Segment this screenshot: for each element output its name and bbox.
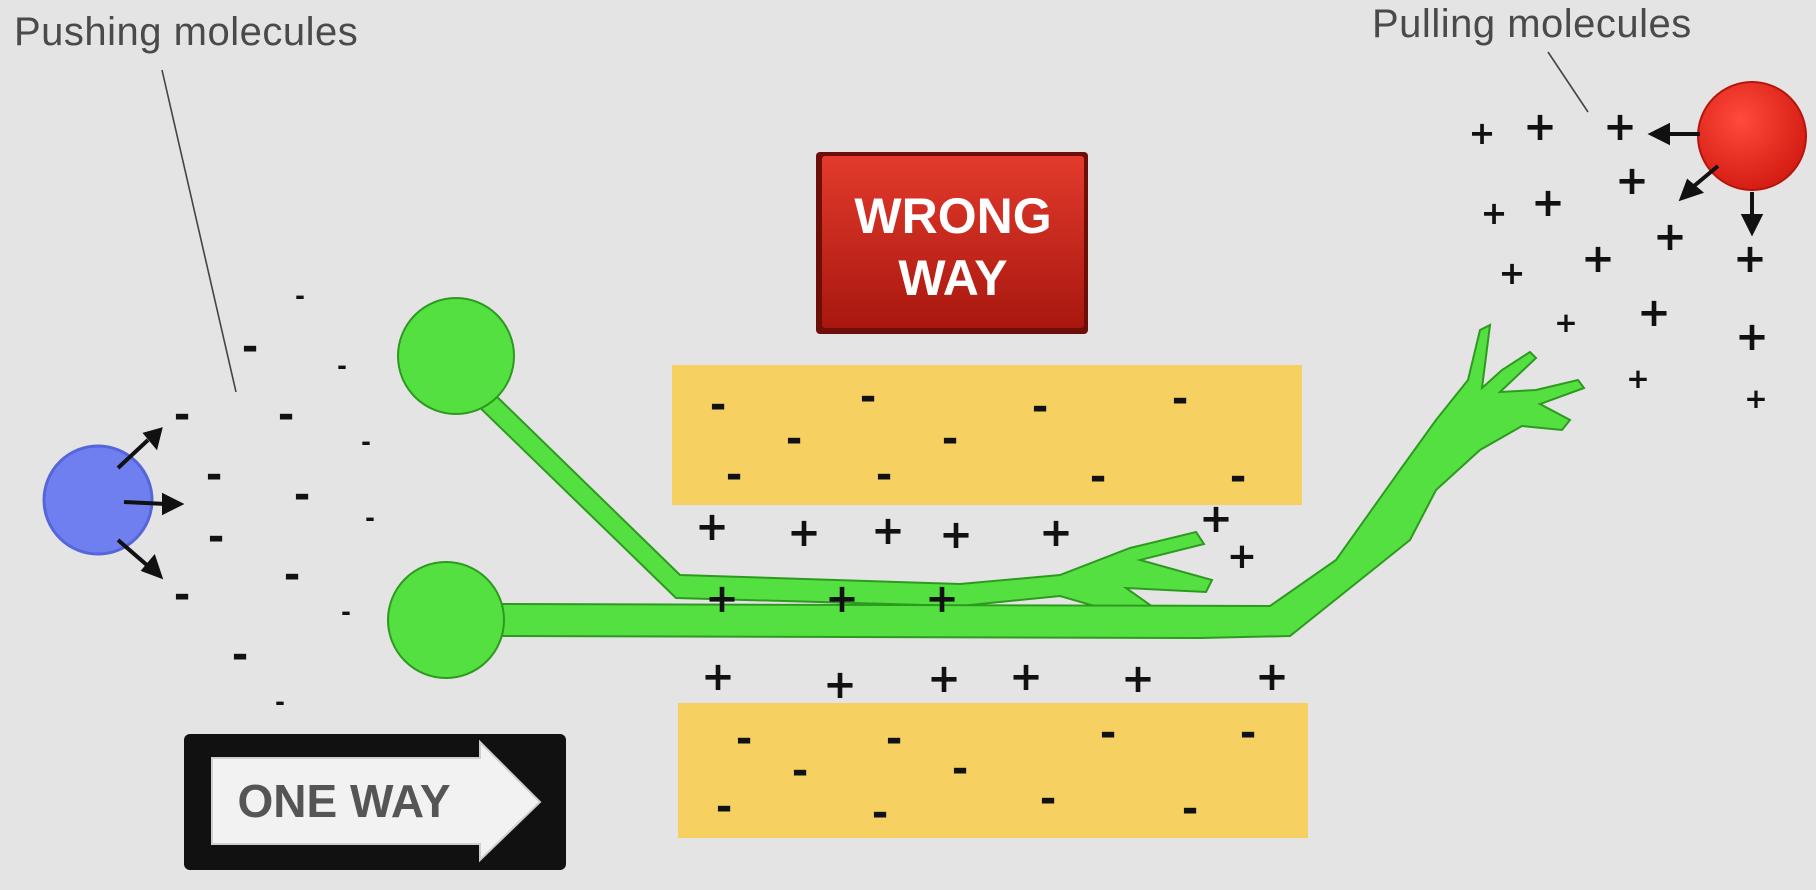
minus-charge: - [242,324,259,370]
plus-charge: + [705,576,739,622]
minus-charge: - [294,472,311,518]
axon-guidance-diagram: Pushing molecules Pulling molecules WRON… [0,0,1816,890]
plus-charge: + [1581,236,1615,282]
minus-charge: - [1100,710,1117,756]
minus-charge: - [726,452,743,498]
lower-tissue-band [678,703,1308,838]
plus-charge: + [1469,114,1496,152]
one-way-sign: ONE WAY [184,734,566,870]
minus-charge: - [952,746,969,792]
plus-charge: + [1121,656,1155,702]
minus-charge: - [174,392,191,438]
wrong-way-line-2: WAY [898,250,1007,306]
minus-charge: - [886,716,903,762]
wrong-way-line-1: WRONG [854,188,1051,244]
one-way-text: ONE WAY [237,775,450,827]
plus-charge: + [871,508,905,554]
minus-charge: - [876,452,893,498]
upper-tissue-band [672,365,1302,505]
minus-charge: - [361,428,371,456]
plus-charge: + [1615,158,1649,204]
plus-charge: + [939,512,973,558]
minus-charge: - [337,352,347,380]
plus-charge: + [1523,104,1557,150]
pulling-molecule [1647,81,1807,237]
minus-charge: - [1182,786,1199,832]
minus-charge: - [278,392,295,438]
pushing-molecule [42,427,185,580]
plus-charge: + [701,654,735,700]
plus-charge: + [927,656,961,702]
plus-charge: + [695,504,729,550]
plus-charge: + [1531,180,1565,226]
minus-charge: - [295,282,305,310]
minus-charge: - [1240,710,1257,756]
minus-charge: - [365,504,375,532]
plus-charge: + [1603,104,1637,150]
plus-charge: + [1255,654,1289,700]
plus-charge: + [1637,290,1671,336]
plus-charge: + [1481,194,1508,232]
minus-charge: - [716,784,733,830]
plus-charge: + [925,576,959,622]
plus-charge: + [1499,254,1526,292]
minus-charge: - [942,416,959,462]
minus-charge: - [872,790,889,836]
minus-charge: - [1040,776,1057,822]
plus-charge: + [1733,236,1767,282]
plus-charge: + [1039,510,1073,556]
pushing-leader-line [161,69,237,393]
minus-charge: - [786,416,803,462]
minus-charge: - [860,374,877,420]
plus-charge: + [1554,306,1577,339]
pulling-leader-line [1547,51,1589,113]
plus-charge: + [1227,536,1257,577]
minus-charge: - [736,716,753,762]
plus-charge: + [823,662,857,708]
minus-charge: - [341,598,351,626]
plus-charge: + [1735,314,1769,360]
minus-charge: - [275,688,285,716]
plus-charge: + [787,510,821,556]
plus-charge: + [1626,362,1649,395]
diagram-canvas: WRONG WAY ONE WAY -- -- --- - ---- ---- … [42,51,1807,870]
minus-charge: - [174,572,191,618]
minus-charge: - [1172,376,1189,422]
minus-charge: - [1032,384,1049,430]
minus-charge: - [208,514,225,560]
plus-charge: + [1653,214,1687,260]
plus-charge: + [825,576,859,622]
minus-charge: - [284,552,301,598]
plus-charge: + [1009,654,1043,700]
minus-charge: - [1230,454,1247,500]
minus-charge: - [1090,454,1107,500]
minus-charge: - [206,452,223,498]
plus-charge: + [1744,382,1767,415]
minus-charge: - [710,382,727,428]
minus-charge: - [792,748,809,794]
minus-charge: - [232,632,249,678]
wrong-way-sign: WRONG WAY [816,152,1088,334]
